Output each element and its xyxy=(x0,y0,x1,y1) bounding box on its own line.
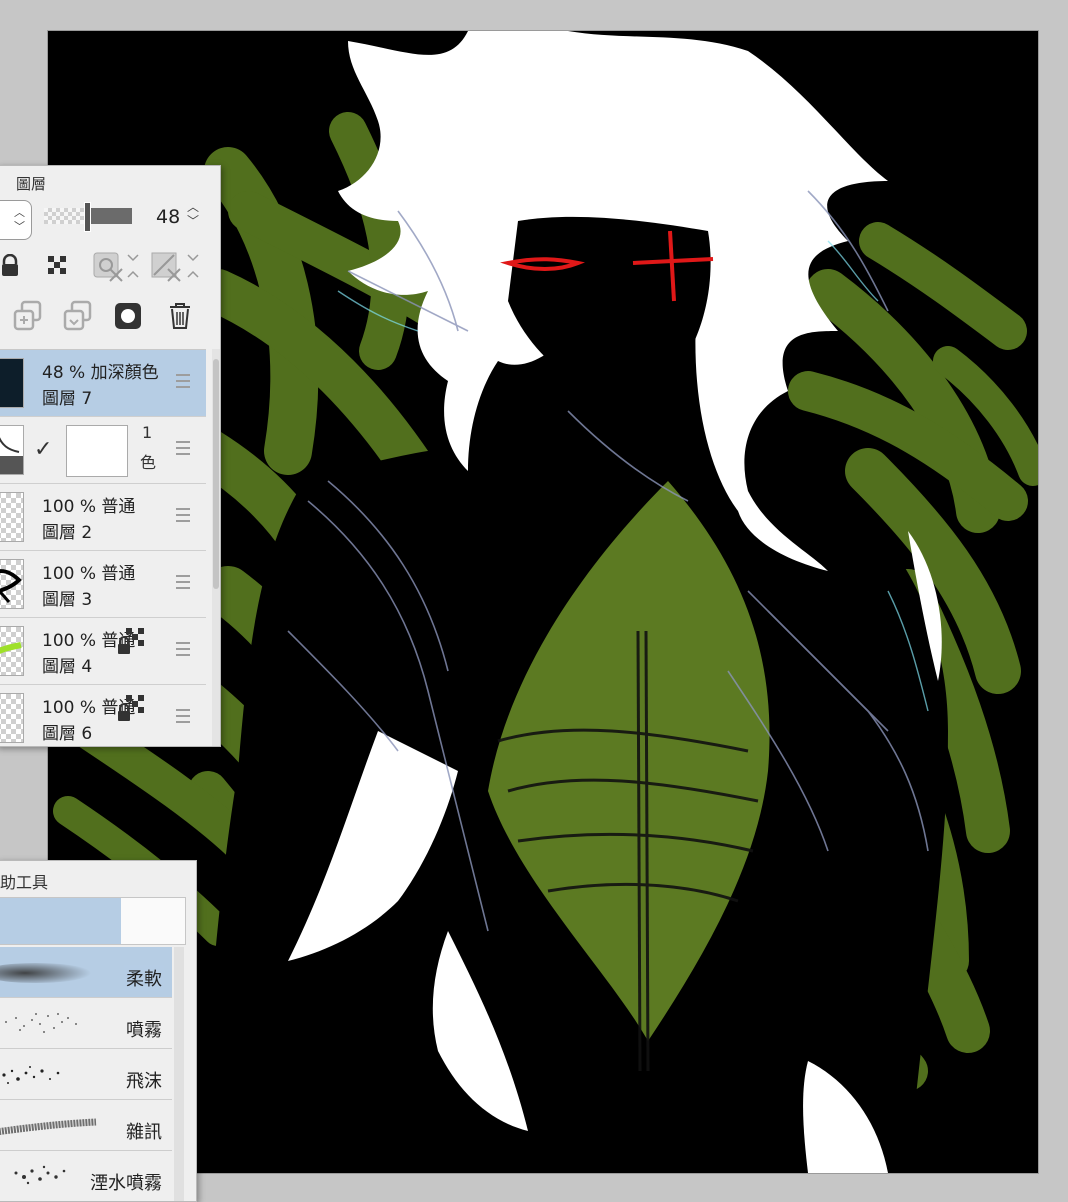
layer-name: 圖層 3 xyxy=(42,590,93,610)
sub-tool-panel-title: 助工具 xyxy=(0,873,49,892)
layer-opacity-mode: 48 % 加深顏色 xyxy=(42,363,159,383)
layer-row[interactable]: 100 % 普通 圖層 2 xyxy=(0,484,206,551)
brush-label: 飛沫 xyxy=(124,1067,164,1093)
brush-list: 柔軟 噴霧 飛沫 雜訊 湮水噴霧 xyxy=(0,947,172,1201)
chevron-up-icon: ︿ xyxy=(14,206,25,219)
brush-item-wet-spray[interactable]: 湮水噴霧 xyxy=(0,1151,172,1201)
merge-layer-icon[interactable] xyxy=(58,296,98,336)
layer-name: 圖層 2 xyxy=(42,523,93,543)
clip-layer-icon[interactable] xyxy=(90,246,142,286)
layer-name: 圖層 4 xyxy=(42,657,93,677)
layer-row[interactable]: ✓ 1 色 xyxy=(0,417,206,484)
layer-name: 色 xyxy=(140,453,157,472)
drag-handle-icon[interactable] xyxy=(176,709,190,727)
blend-mode-stepper[interactable]: ︿ ﹀ xyxy=(0,200,32,240)
layer-thumbnail xyxy=(0,559,24,609)
layer-thumbnail xyxy=(0,626,24,676)
brush-label: 雜訊 xyxy=(124,1118,164,1144)
sub-tool-tab-active[interactable] xyxy=(0,898,121,944)
trash-icon[interactable] xyxy=(160,296,200,336)
lock-icon[interactable] xyxy=(0,246,30,286)
layer-name: 圖層 7 xyxy=(42,389,93,409)
layer-row[interactable]: 48 % 加深顏色 圖層 7 xyxy=(0,350,206,417)
brush-list-scrollbar[interactable] xyxy=(174,947,184,1201)
layer-panel-title: 圖層 xyxy=(16,175,47,193)
brush-stroke-preview xyxy=(0,1118,97,1135)
layer-property-row: ︿ ﹀ 48 ︿ ﹀ xyxy=(0,196,220,242)
opacity-slider-thumb[interactable] xyxy=(84,202,91,232)
brush-item-spray[interactable]: 噴霧 xyxy=(0,998,172,1049)
lock-transparency-icon xyxy=(116,695,146,727)
layer-lock-row xyxy=(0,246,220,290)
sub-tool-tabbar xyxy=(0,897,186,945)
mask-icon[interactable] xyxy=(108,296,148,336)
layer-thumbnail xyxy=(0,492,24,542)
copy-layer-icon[interactable] xyxy=(8,296,48,336)
layer-row[interactable]: 100 % 普通 圖層 6 xyxy=(0,685,206,746)
layer-opacity-mode: 100 % 普通 xyxy=(42,564,136,584)
layer-opacity-mode: 100 % 普通 xyxy=(42,497,136,517)
drag-handle-icon[interactable] xyxy=(176,441,190,459)
layer-list: 48 % 加深顏色 圖層 7 ✓ 1 色 100 % 普通 圖層 2 100 %… xyxy=(0,349,206,746)
opacity-stepper[interactable]: ︿ ﹀ xyxy=(184,200,202,234)
opacity-value: 48 xyxy=(156,206,181,228)
layer-name: 圖層 6 xyxy=(42,724,93,744)
drag-handle-icon[interactable] xyxy=(176,642,190,660)
layer-panel: 圖層 ︿ ﹀ 48 ︿ ﹀ 48 % 加深顏色 圖層 7 ✓ 1 色 100 %… xyxy=(0,165,221,747)
scrollbar-thumb[interactable] xyxy=(213,359,219,589)
drag-handle-icon[interactable] xyxy=(176,374,190,392)
chevron-down-icon: ﹀ xyxy=(14,220,25,233)
lock-transparency-icon xyxy=(116,628,146,660)
lock-transparency-icon[interactable] xyxy=(38,246,78,286)
drag-handle-icon[interactable] xyxy=(176,508,190,526)
layer-list-scrollbar[interactable] xyxy=(212,349,220,746)
layer-thumbnail xyxy=(0,425,24,475)
chevron-down-icon: ﹀ xyxy=(186,214,199,228)
layer-row[interactable]: 100 % 普通 圖層 4 xyxy=(0,618,206,685)
sub-tool-panel: 助工具 柔軟 噴霧 飛沫 雜訊 湮水噴霧 xyxy=(0,860,197,1202)
brush-item-noise[interactable]: 雜訊 xyxy=(0,1100,172,1151)
brush-label: 湮水噴霧 xyxy=(88,1169,164,1195)
checkmark-icon[interactable]: ✓ xyxy=(34,437,52,462)
face xyxy=(508,216,711,405)
drag-handle-icon[interactable] xyxy=(176,575,190,593)
layer-action-row xyxy=(0,296,220,340)
layer-mask-thumbnail xyxy=(66,425,128,477)
brush-item-soft[interactable]: 柔軟 xyxy=(0,947,172,998)
chevron-up-icon: ︿ xyxy=(186,200,199,214)
brush-item-splatter[interactable]: 飛沫 xyxy=(0,1049,172,1100)
brush-stroke-preview xyxy=(5,1013,77,1033)
layer-thumbnail xyxy=(0,358,24,408)
brush-stroke-preview xyxy=(2,1066,60,1084)
brush-label: 柔軟 xyxy=(124,965,164,991)
brush-stroke-preview xyxy=(0,963,91,983)
layer-thumbnail xyxy=(0,693,24,743)
layer-opacity-mode: 1 xyxy=(142,423,153,442)
layer-row[interactable]: 100 % 普通 圖層 3 xyxy=(0,551,206,618)
reference-layer-icon[interactable] xyxy=(148,246,204,286)
brush-label: 噴霧 xyxy=(124,1016,164,1042)
